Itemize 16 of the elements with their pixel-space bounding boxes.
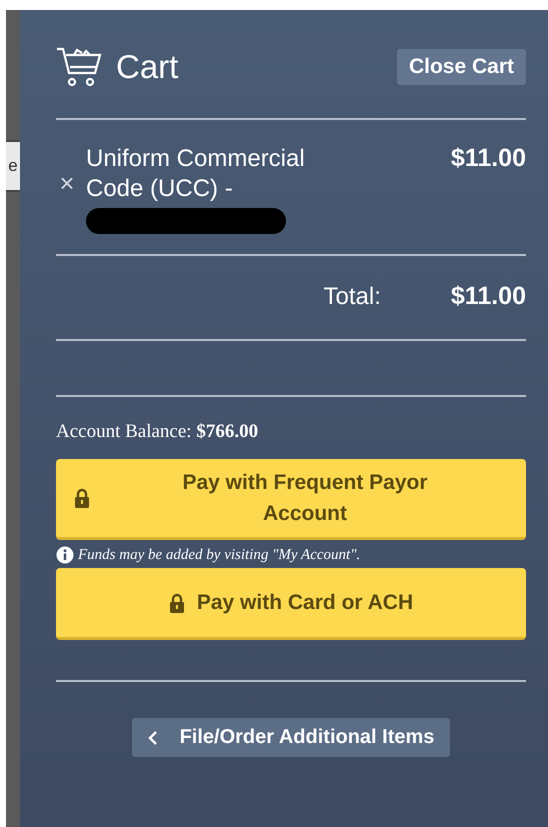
info-icon <box>56 546 74 564</box>
back-button[interactable]: File/Order Additional Items <box>132 718 450 757</box>
funds-note: Funds may be added by visiting "My Account". <box>78 546 360 564</box>
cart-icon <box>56 46 102 88</box>
total-label: Total: <box>324 282 381 310</box>
remove-item-button[interactable]: × <box>56 168 78 199</box>
pay-button[interactable]: Pay with Card or ACH <box>56 568 526 640</box>
background-text: e <box>6 140 20 192</box>
item-name: Uniform Commercial Code (UCC) - <box>86 144 306 204</box>
total-amount: $11.00 <box>450 282 526 311</box>
cart-title: Cart <box>116 48 178 86</box>
pay-button[interactable]: Pay with Frequent Payor Account <box>56 459 526 540</box>
close-cart-button[interactable]: Close Cart <box>396 49 526 85</box>
chevron-left-icon <box>148 730 158 746</box>
item-price: $11.00 <box>450 144 526 173</box>
account-balance: Account Balance: $766.00 <box>56 421 260 443</box>
